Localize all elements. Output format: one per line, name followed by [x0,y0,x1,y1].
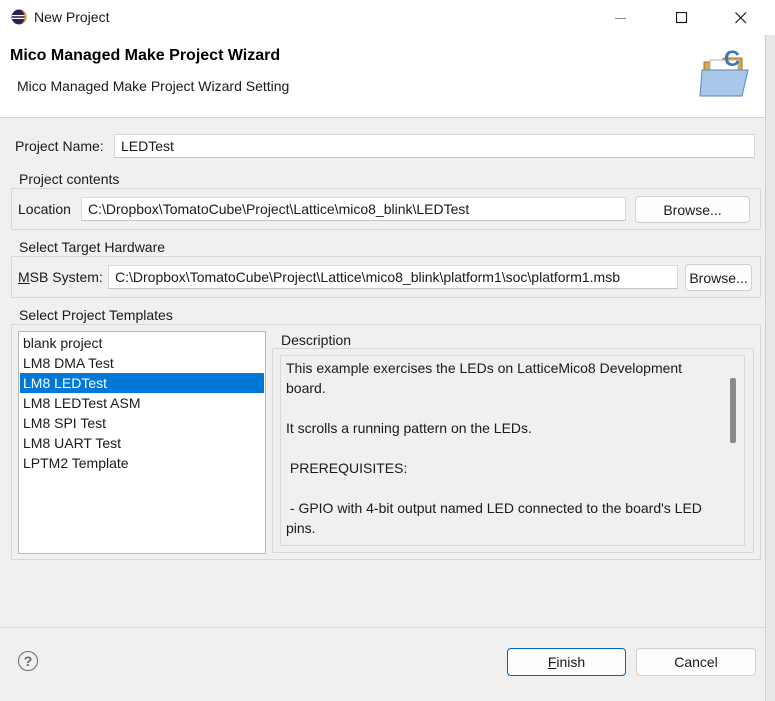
msb-browse-button[interactable]: Browse... [685,264,752,291]
svg-text:C: C [724,46,740,71]
msb-mnemonic: M [18,269,30,285]
minimize-button[interactable] [598,0,644,35]
help-icon[interactable]: ? [18,651,38,671]
eclipse-icon [11,9,27,25]
maximize-button[interactable] [659,0,705,35]
description-line: PREREQUISITES: [286,460,408,476]
description-scrollbar[interactable] [730,378,736,443]
description-label: Description [278,332,355,348]
finish-mnemonic: F [547,654,557,670]
description-line: This example exercises the LEDs on Latti… [286,360,686,396]
finish-label: inish [556,654,586,670]
description-line [286,398,716,418]
project-contents-label: Project contents [16,171,123,187]
description-line [286,478,716,498]
project-name-label: Project Name: [15,138,104,154]
window-title: New Project [34,9,110,25]
footer-divider [0,627,765,628]
location-input[interactable]: C:\Dropbox\TomatoCube\Project\Lattice\mi… [81,197,626,221]
target-hardware-label: Select Target Hardware [16,239,169,255]
location-label: Location [18,201,71,217]
templates-label: Select Project Templates [16,307,176,323]
close-button[interactable] [718,0,764,35]
msb-system-label: MSB System: [18,269,103,285]
msb-label-text: SB System: [29,269,103,285]
location-browse-button[interactable]: Browse... [635,196,750,223]
template-item-lptm2-template[interactable]: LPTM2 Template [20,453,264,473]
template-list[interactable]: blank project LM8 DMA Test LM8 LEDTest L… [18,331,266,554]
description-text: This example exercises the LEDs on Latti… [286,358,716,538]
cancel-button[interactable]: Cancel [636,648,756,676]
template-item-lm8-dma-test[interactable]: LM8 DMA Test [20,353,264,373]
template-item-lm8-ledtest[interactable]: LM8 LEDTest [20,373,264,393]
msb-system-input[interactable]: C:\Dropbox\TomatoCube\Project\Lattice\mi… [108,265,678,289]
template-item-lm8-uart-test[interactable]: LM8 UART Test [20,433,264,453]
template-item-lm8-spi-test[interactable]: LM8 SPI Test [20,413,264,433]
background-window-edge [765,35,775,701]
description-line: - GPIO with 4-bit output named LED conne… [286,500,706,536]
close-icon [735,11,747,23]
maximize-icon [676,11,688,23]
c-project-folder-icon: C [698,44,762,100]
template-item-lm8-ledtest-asm[interactable]: LM8 LEDTest ASM [20,393,264,413]
description-line [286,438,716,458]
wizard-title: Mico Managed Make Project Wizard [10,47,281,64]
wizard-subtitle: Mico Managed Make Project Wizard Setting [17,78,290,94]
minimize-icon [615,17,626,19]
finish-button[interactable]: Finish [507,648,626,676]
template-item-blank-project[interactable]: blank project [20,333,264,353]
project-name-input[interactable]: LEDTest [114,134,755,158]
description-line: It scrolls a running pattern on the LEDs… [286,420,532,436]
